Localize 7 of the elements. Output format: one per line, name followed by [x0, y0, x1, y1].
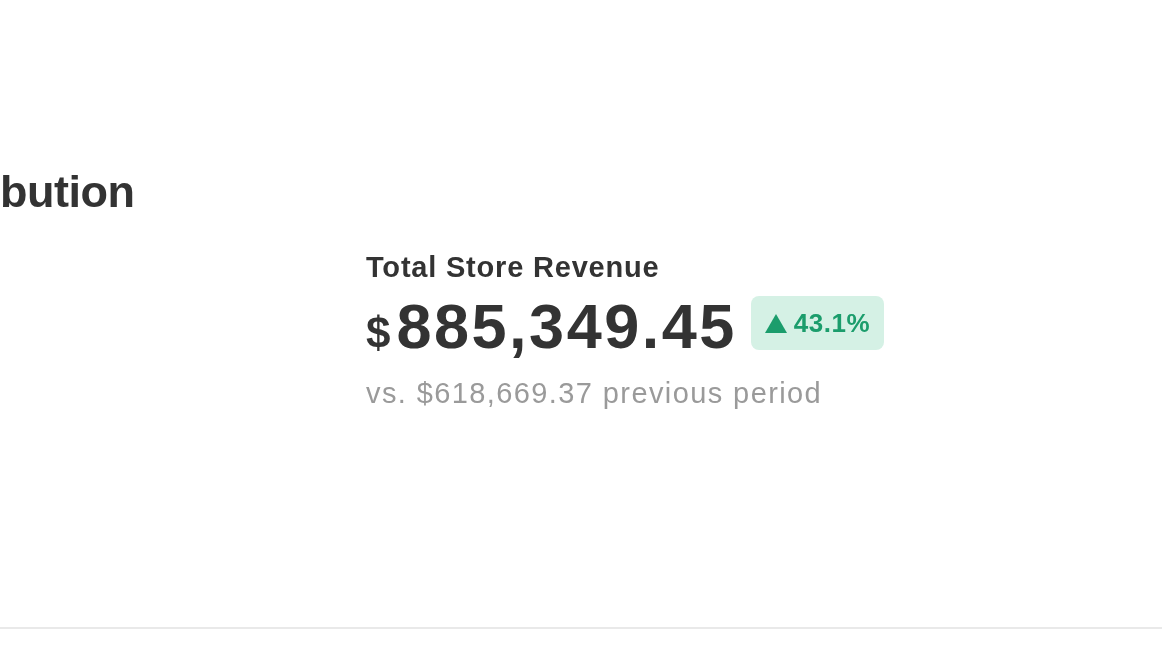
revenue-value: 885,349.45: [396, 294, 737, 358]
comparison-text: vs. $618,669.37 previous period: [366, 377, 823, 409]
currency-symbol: $: [366, 307, 391, 359]
section-title: bution: [0, 168, 135, 216]
metric-label: Total Store Revenue: [366, 252, 660, 282]
up-triangle-icon: [764, 313, 787, 333]
change-percent: 43.1%: [793, 306, 871, 340]
